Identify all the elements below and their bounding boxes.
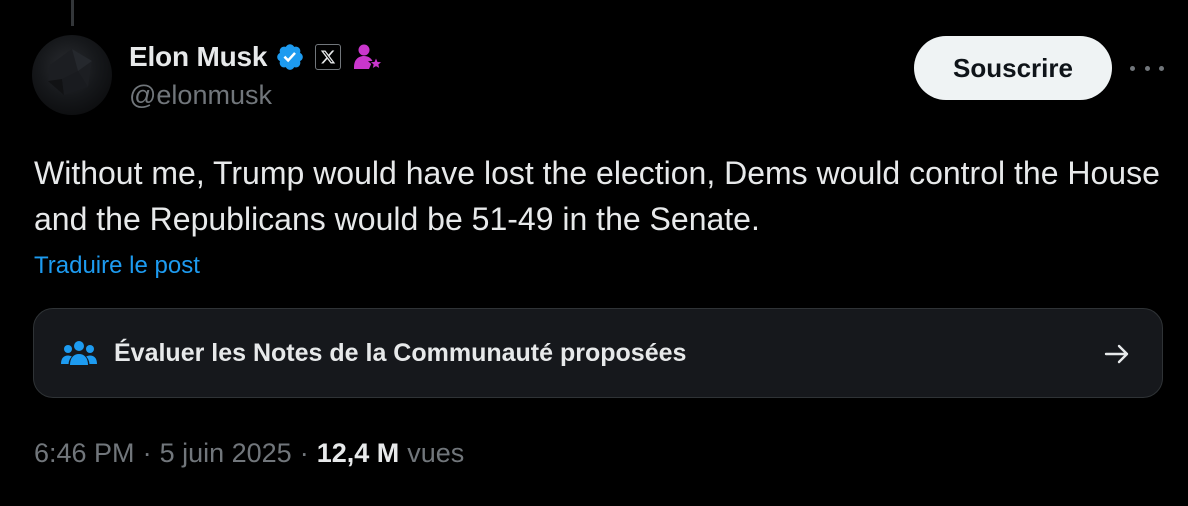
tweet-time[interactable]: 6:46 PM — [34, 438, 135, 469]
more-dot — [1144, 65, 1150, 71]
tweet-text: Without me, Trump would have lost the el… — [34, 155, 1160, 237]
views-count: 12,4 M — [316, 438, 400, 468]
community-notes-label: Évaluer les Notes de la Communauté propo… — [114, 338, 687, 367]
author-name-row: Elon Musk — [129, 40, 385, 74]
arrow-right-icon — [1102, 339, 1132, 369]
avatar-image — [48, 49, 92, 95]
more-horizontal-icon[interactable] — [1130, 54, 1164, 82]
meta-separator: · — [142, 438, 152, 468]
author-handle[interactable]: @elonmusk — [129, 80, 385, 111]
verified-badge-icon[interactable] — [275, 42, 305, 72]
more-dot — [1130, 65, 1135, 71]
translate-post-link[interactable]: Traduire le post — [34, 252, 200, 280]
avatar[interactable] — [32, 35, 112, 115]
subscribe-button[interactable]: Souscrire — [914, 36, 1112, 100]
tweet-meta: 6:46 PM · 5 juin 2025 · 12,4 M vues — [34, 438, 464, 469]
meta-separator: · — [299, 438, 309, 468]
author-info: Elon Musk @elonmusk — [129, 40, 385, 111]
views-label: vues — [407, 438, 465, 468]
user-star-icon[interactable] — [351, 40, 385, 74]
people-icon — [60, 338, 98, 368]
author-display-name[interactable]: Elon Musk — [129, 41, 267, 73]
community-notes-button[interactable]: Évaluer les Notes de la Communauté propo… — [33, 308, 1163, 398]
x-logo-icon[interactable] — [315, 44, 342, 70]
more-dot — [1159, 65, 1164, 71]
tweet-date[interactable]: 5 juin 2025 — [160, 438, 292, 469]
thread-connector-line — [71, 0, 74, 26]
